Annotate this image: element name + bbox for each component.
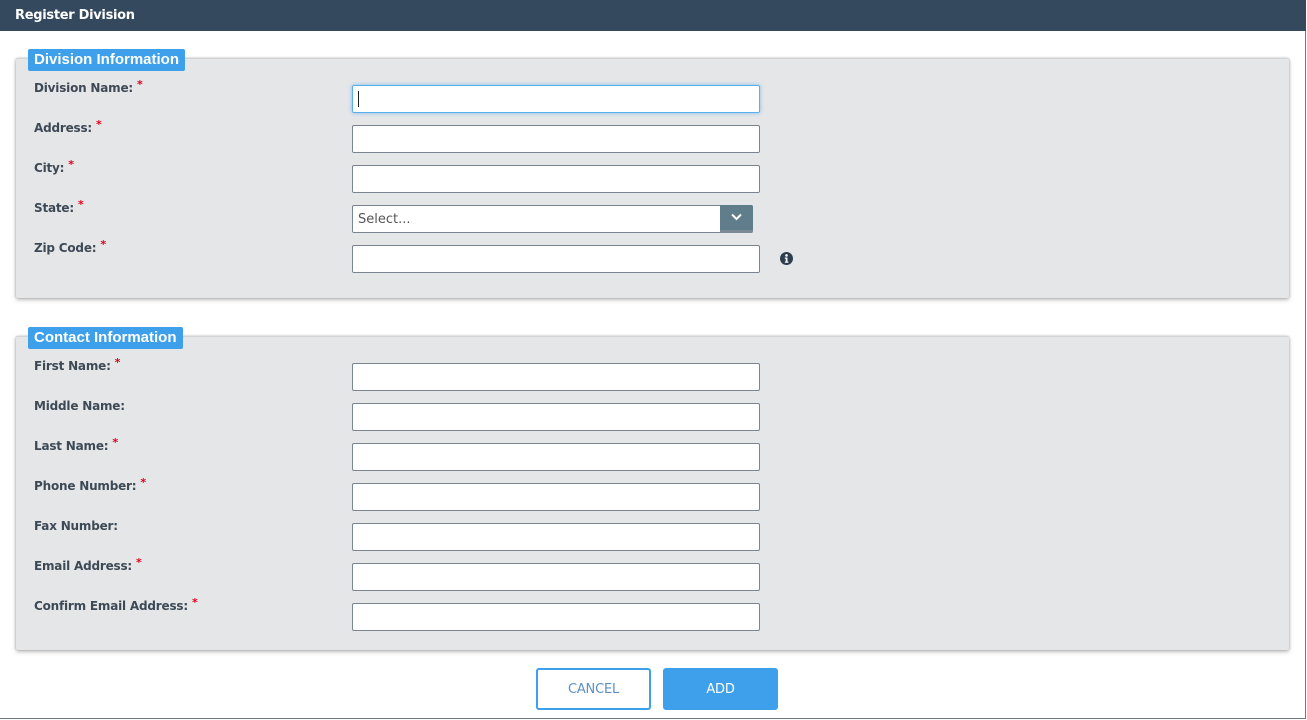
address-row: Address: * — [16, 118, 1289, 161]
address-label: Address: * — [34, 118, 102, 135]
fax-number-label: Fax Number: — [34, 519, 118, 533]
required-marker: * — [100, 238, 106, 251]
required-marker: * — [96, 118, 102, 131]
required-marker: * — [68, 158, 74, 171]
required-marker: * — [137, 78, 143, 91]
window-title: Register Division — [0, 0, 1306, 31]
required-marker: * — [114, 356, 121, 369]
middle-name-row: Middle Name: — [16, 399, 1289, 439]
state-row: State: * Select... — [16, 198, 1289, 241]
division-name-label: Division Name: * — [34, 78, 143, 95]
email-address-input[interactable] — [352, 563, 760, 591]
required-marker: * — [136, 556, 142, 569]
first-name-input[interactable] — [352, 363, 760, 391]
division-information-panel: Division Information Division Name: * Add… — [16, 49, 1289, 298]
confirm-email-input[interactable] — [352, 603, 760, 631]
state-select[interactable]: Select... — [352, 205, 753, 233]
city-input[interactable] — [352, 165, 760, 193]
phone-number-row: Phone Number: * — [16, 476, 1289, 519]
city-row: City: * — [16, 158, 1289, 201]
zip-code-row: Zip Code: * — [16, 238, 1289, 281]
first-name-label: First Name: * — [34, 356, 121, 373]
text-cursor — [358, 91, 359, 107]
contact-information-panel: Contact Information First Name: * Middle … — [16, 327, 1289, 650]
add-button[interactable]: ADD — [663, 668, 778, 710]
cancel-button[interactable]: CANCEL — [536, 668, 651, 710]
division-name-input[interactable] — [352, 85, 760, 113]
division-information-legend: Division Information — [28, 49, 186, 71]
last-name-input[interactable] — [352, 443, 760, 471]
middle-name-label: Middle Name: — [34, 399, 125, 413]
email-address-row: Email Address: * — [16, 556, 1289, 599]
division-name-row: Division Name: * — [16, 78, 1289, 121]
phone-number-label: Phone Number: * — [34, 476, 146, 493]
register-division-window: Register Division Division Information D… — [0, 0, 1306, 719]
required-marker: * — [77, 198, 84, 211]
state-label: State: * — [34, 198, 84, 215]
fax-number-input[interactable] — [352, 523, 760, 551]
fax-number-row: Fax Number: — [16, 519, 1289, 559]
first-name-row: First Name: * — [16, 356, 1289, 399]
state-dropdown-button[interactable] — [720, 205, 753, 233]
zip-code-input[interactable] — [352, 245, 760, 273]
last-name-label: Last Name: * — [34, 436, 118, 453]
address-input[interactable] — [352, 125, 760, 153]
required-marker: * — [140, 476, 146, 489]
city-label: City: * — [34, 158, 74, 175]
phone-number-input[interactable] — [352, 483, 760, 511]
confirm-email-label: Confirm Email Address: * — [34, 596, 198, 613]
chevron-down-icon — [731, 213, 742, 221]
contact-information-legend: Contact Information — [28, 327, 183, 349]
required-marker: * — [112, 436, 118, 449]
last-name-row: Last Name: * — [16, 436, 1289, 479]
confirm-email-row: Confirm Email Address: * — [16, 596, 1289, 639]
middle-name-input[interactable] — [352, 403, 760, 431]
zip-code-label: Zip Code: * — [34, 238, 106, 255]
email-address-label: Email Address: * — [34, 556, 142, 573]
required-marker: * — [191, 596, 198, 609]
info-icon[interactable] — [780, 252, 793, 265]
state-select-value: Select... — [358, 212, 411, 227]
